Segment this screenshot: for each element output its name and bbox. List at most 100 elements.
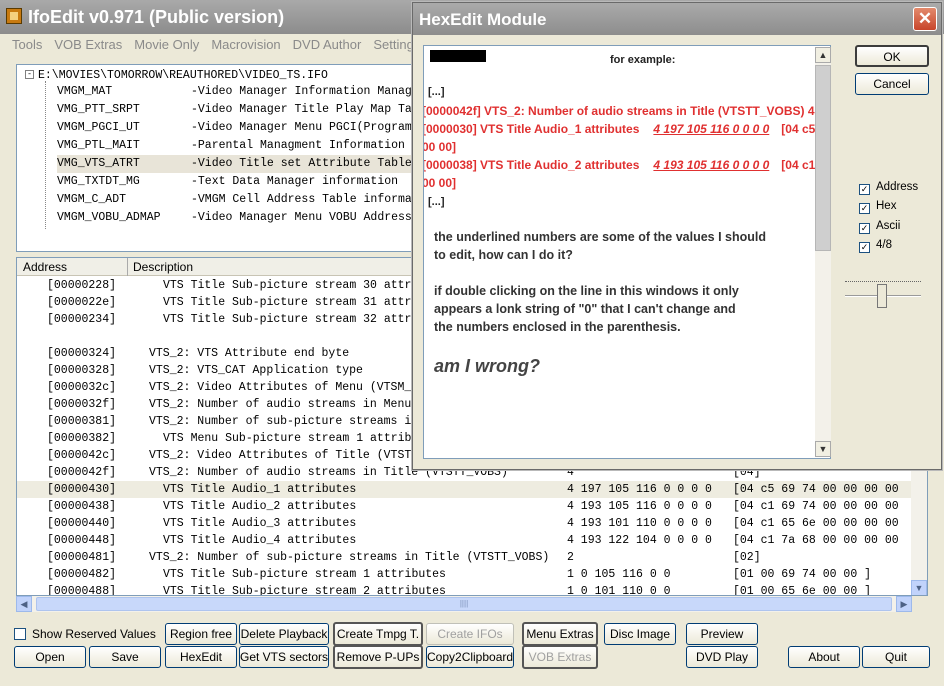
list-horizontal-scrollbar[interactable]: ◀ |||| ▶ <box>16 596 912 612</box>
scroll-down-icon[interactable]: ▼ <box>815 441 831 457</box>
question-headline: am I wrong? <box>434 356 541 376</box>
tree-node-vmg-ptl-mait[interactable]: VMG_PTL_MAIT -Parental Managment Informat… <box>57 137 405 155</box>
menu-vob-extras[interactable]: VOB Extras <box>48 34 128 52</box>
example-line-3: [0000038] VTS Title Audio_2 attributes 4 … <box>423 158 830 172</box>
table-row[interactable]: [00000481] VTS_2: Number of sub-picture s… <box>17 549 913 566</box>
tree-root[interactable]: - E:\MOVIES\TOMORROW\REAUTHORED\VIDEO_TS.… <box>25 69 328 82</box>
address-checkbox[interactable]: ✓ Address <box>859 181 918 195</box>
row-value: 1 0 101 110 0 0 <box>567 585 671 596</box>
scroll-right-icon[interactable]: ▶ <box>896 596 912 612</box>
menu-extras-button[interactable]: Menu Extras <box>522 622 598 646</box>
about-button[interactable]: About <box>788 646 860 668</box>
scroll-left-icon[interactable]: ◀ <box>16 596 32 612</box>
checkmark-icon[interactable]: ✓ <box>859 203 870 214</box>
row-address: [0000042c] <box>47 449 117 462</box>
row-hex: [04 c1 7a 68 00 00 00 00 <box>733 534 899 547</box>
table-row[interactable]: [00000482] VTS Title Sub-picture stream 1… <box>17 566 913 583</box>
row-description: VTS Title Sub-picture stream 30 attri <box>163 279 419 292</box>
column-address[interactable]: Address <box>23 260 67 274</box>
quit-button[interactable]: Quit <box>862 646 930 668</box>
remove-pups-button[interactable]: Remove P-UPs <box>333 645 423 669</box>
example-line-2: [0000030] VTS Title Audio_1 attributes 4 … <box>424 122 830 136</box>
cancel-button[interactable]: Cancel <box>855 73 929 95</box>
open-button[interactable]: Open <box>14 646 86 668</box>
row-address: [00000381] <box>47 415 117 428</box>
copy2clipboard-button[interactable]: Copy2Clipboard <box>426 646 514 668</box>
row-address: [0000032f] <box>47 398 117 411</box>
row-address: [00000234] <box>47 313 117 326</box>
checkmark-icon[interactable]: ✓ <box>859 242 870 253</box>
ifo-tree[interactable]: - E:\MOVIES\TOMORROW\REAUTHORED\VIDEO_TS.… <box>16 64 416 252</box>
menu-dvd-author[interactable]: DVD Author <box>287 34 368 52</box>
redacted-box <box>430 50 486 62</box>
vob-extras-button[interactable]: VOB Extras <box>522 645 598 669</box>
menu-movie-only[interactable]: Movie Only <box>128 34 205 52</box>
close-icon[interactable]: ✕ <box>913 7 937 31</box>
row-address: [00000430] <box>47 483 117 496</box>
example-line-3-wrap: 00 00] <box>423 176 457 190</box>
row-address: [0000042f] <box>47 466 117 479</box>
checkbox-box[interactable] <box>14 628 26 640</box>
row-hex: [01 00 65 6e 00 00 ] <box>733 585 872 596</box>
row-value: 2 <box>567 551 574 564</box>
scroll-up-icon[interactable]: ▲ <box>815 47 831 63</box>
tree-node-name: VMGM_PGCI_UT <box>57 121 140 134</box>
table-row[interactable]: [00000440] VTS Title Audio_3 attributes 4 … <box>17 515 913 532</box>
row-value: 4 197 105 116 0 0 0 0 <box>567 483 712 496</box>
row-address: [00000324] <box>47 347 117 360</box>
checkmark-icon[interactable]: ✓ <box>859 184 870 195</box>
hex-vertical-scrollbar[interactable]: ▲ ▼ <box>815 47 831 457</box>
hexedit-titlebar[interactable]: HexEdit Module ✕ <box>413 3 941 35</box>
tree-node-name: VMGM_MAT <box>57 85 113 98</box>
tree-node-vmg-vts-atrt[interactable]: VMG_VTS_ATRT -Video Title set Attribute T… <box>57 155 412 173</box>
row-description: VTS Title Audio_4 attributes <box>163 534 357 547</box>
tree-node-vmgm-pgci-ut[interactable]: VMGM_PGCI_UT -Video Manager Menu PGCI(Pro… <box>57 119 412 137</box>
row-description: VTS Title Sub-picture stream 32 attri <box>163 313 419 326</box>
row-hex: [04 c5 69 74 00 00 00 00 <box>733 483 899 496</box>
ok-button[interactable]: OK <box>855 45 929 67</box>
example-line-3-label: [0000038] VTS Title Audio_2 attributes <box>423 158 640 172</box>
delete-playback-button[interactable]: Delete Playback <box>239 623 329 645</box>
checkmark-icon[interactable]: ✓ <box>859 223 870 234</box>
create-ifos-button[interactable]: Create IFOs <box>426 623 514 645</box>
ellipsis-text: [...] <box>428 196 445 208</box>
tree-node-vmgm-vobu-admap[interactable]: VMGM_VOBU_ADMAP -Video Manager Menu VOBU … <box>57 209 412 227</box>
table-row[interactable]: [00000438] VTS Title Audio_2 attributes 4 … <box>17 498 913 515</box>
table-row[interactable]: [00000448] VTS Title Audio_4 attributes 4 … <box>17 532 913 549</box>
tree-node-name: VMG_VTS_ATRT <box>57 157 140 170</box>
dvd-play-button[interactable]: DVD Play <box>686 646 758 668</box>
question-para-2-line-1: if double clicking on the line in this w… <box>434 284 739 298</box>
four-eight-checkbox[interactable]: ✓ 4/8 <box>859 239 892 253</box>
ascii-checkbox[interactable]: ✓ Ascii <box>859 220 900 234</box>
table-row[interactable]: [00000430] VTS Title Audio_1 attributes 4 … <box>17 481 913 498</box>
region-free-button[interactable]: Region free <box>165 623 237 645</box>
table-row[interactable]: [00000488] VTS Title Sub-picture stream 2… <box>17 583 913 596</box>
menu-tools[interactable]: Tools <box>6 34 48 52</box>
tree-node-vmg-ptt-srpt[interactable]: VMG_PTT_SRPT -Video Manager Title Play Ma… <box>57 101 412 119</box>
tree-node-vmg-txtdt-mg[interactable]: VMG_TXTDT_MG -Text Data Manager informati… <box>57 173 398 191</box>
column-separator[interactable] <box>127 258 128 276</box>
disc-image-button[interactable]: Disc Image <box>604 623 676 645</box>
scroll-thumb[interactable]: |||| <box>36 597 892 611</box>
menu-macrovision[interactable]: Macrovision <box>205 34 286 52</box>
slider-thumb[interactable] <box>877 284 887 308</box>
tree-node-vmgm-c-adt[interactable]: VMGM_C_ADT -VMGM Cell Address Table infor… <box>57 191 412 209</box>
hexedit-button[interactable]: HexEdit <box>165 646 237 668</box>
row-address: [00000382] <box>47 432 117 445</box>
show-reserved-checkbox[interactable]: Show Reserved Values <box>14 627 156 641</box>
hex-view[interactable]: for example: [...] [0000042f] VTS_2: Num… <box>423 45 831 459</box>
create-tmpg-button[interactable]: Create Tmpg T. <box>333 622 423 646</box>
tree-node-vmgm-mat[interactable]: VMGM_MAT -Video Manager Information Manag <box>57 83 412 101</box>
width-slider[interactable] <box>845 281 921 311</box>
scroll-down-icon[interactable]: ▼ <box>911 580 927 595</box>
column-description[interactable]: Description <box>133 260 193 274</box>
preview-button[interactable]: Preview <box>686 623 758 645</box>
get-vts-sectors-button[interactable]: Get VTS sectors <box>239 646 329 668</box>
example-line-2-values: 4 197 105 116 0 0 0 0 <box>653 122 770 136</box>
collapse-icon[interactable]: - <box>25 70 34 80</box>
scroll-thumb[interactable] <box>815 65 831 251</box>
save-button[interactable]: Save <box>89 646 161 668</box>
row-value: 1 0 105 116 0 0 <box>567 568 671 581</box>
hex-label: Hex <box>876 200 897 212</box>
hex-checkbox[interactable]: ✓ Hex <box>859 200 896 214</box>
